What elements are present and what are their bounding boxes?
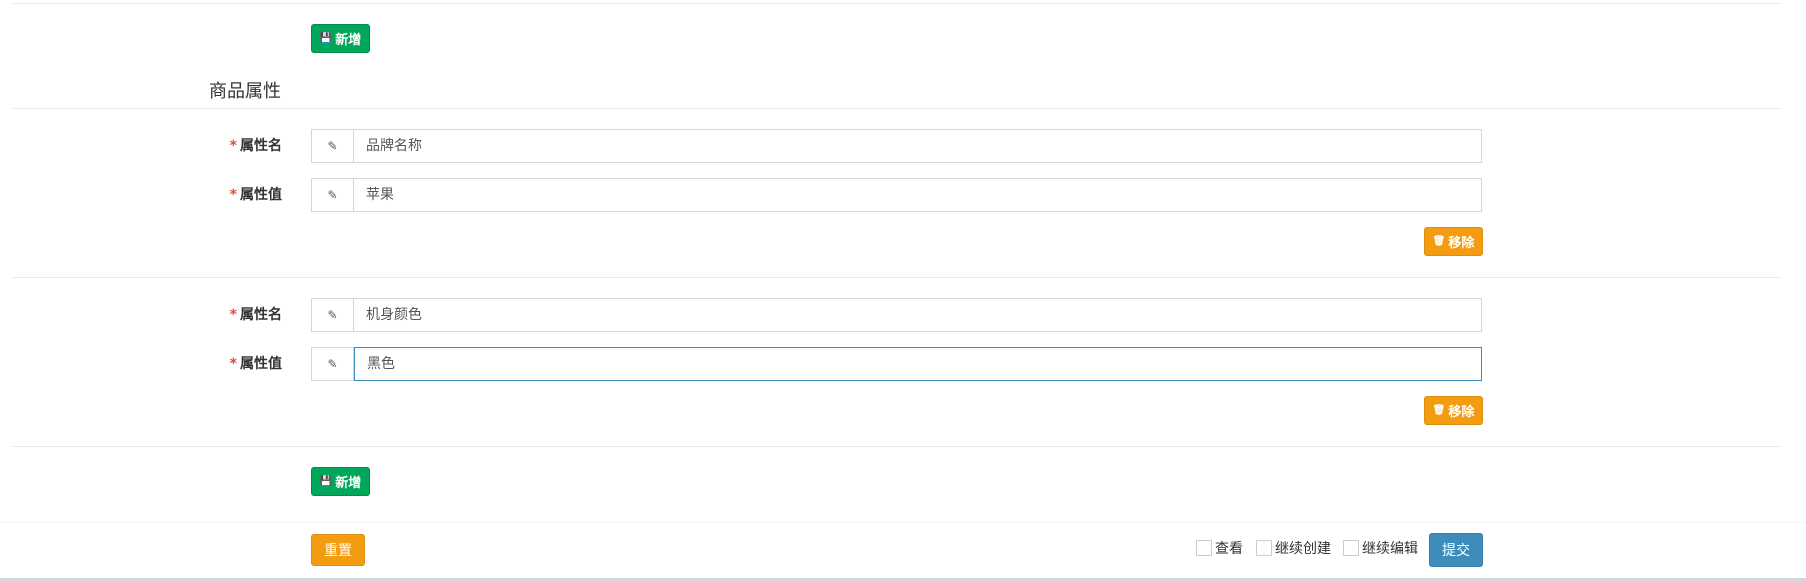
continue-edit-checkbox[interactable]: [1343, 540, 1359, 556]
required-mark: *: [229, 187, 237, 203]
attribute-value-label: * 属性值: [230, 178, 282, 212]
trash-icon: 🗑: [1432, 404, 1446, 416]
divider: [12, 277, 1782, 278]
continue-create-checkbox[interactable]: [1256, 540, 1272, 556]
attribute-name-label: * 属性名: [230, 129, 282, 163]
attribute-value-input[interactable]: 苹果: [354, 178, 1482, 212]
divider: [12, 3, 1782, 4]
pencil-icon: ✎: [311, 347, 354, 381]
attribute-name-field: ✎ 机身颜色: [311, 298, 1482, 332]
divider: [12, 108, 1782, 109]
attribute-value-field: ✎ 苹果: [311, 178, 1482, 212]
attribute-name-label: * 属性名: [230, 298, 282, 332]
view-checkbox-group[interactable]: 查看: [1196, 538, 1243, 558]
divider: [12, 446, 1782, 447]
pencil-icon: ✎: [311, 298, 354, 332]
add-button-label: 新增: [335, 476, 362, 491]
remove-button[interactable]: 🗑 移除: [1424, 396, 1483, 425]
label-text: 属性值: [240, 187, 282, 203]
submit-button[interactable]: 提交: [1429, 533, 1483, 567]
attribute-name-input[interactable]: 品牌名称: [354, 129, 1482, 163]
add-button[interactable]: 💾 新增: [311, 467, 370, 496]
add-button-label: 新增: [335, 33, 362, 48]
trash-icon: 🗑: [1432, 235, 1446, 247]
reset-button-label: 重置: [324, 543, 352, 559]
view-checkbox-label: 查看: [1215, 541, 1243, 557]
view-checkbox[interactable]: [1196, 540, 1212, 556]
label-text: 属性名: [240, 307, 282, 323]
label-text: 属性值: [240, 356, 282, 372]
add-button[interactable]: 💾 新增: [311, 24, 370, 53]
required-mark: *: [229, 138, 237, 154]
attribute-value-field: ✎ 黑色: [311, 347, 1482, 381]
continue-edit-checkbox-label: 继续编辑: [1362, 541, 1418, 557]
section-title: 商品属性: [209, 81, 281, 102]
required-mark: *: [229, 356, 237, 372]
save-icon: 💾: [319, 475, 333, 487]
attribute-value-label: * 属性值: [230, 347, 282, 381]
continue-create-checkbox-group[interactable]: 继续创建: [1256, 538, 1331, 558]
remove-button-label: 移除: [1448, 236, 1475, 251]
reset-button[interactable]: 重置: [311, 534, 365, 566]
remove-button-label: 移除: [1448, 405, 1475, 420]
required-mark: *: [229, 307, 237, 323]
attribute-value-input[interactable]: 黑色: [354, 347, 1482, 381]
pencil-icon: ✎: [311, 178, 354, 212]
form-footer: [0, 522, 1806, 581]
continue-edit-checkbox-group[interactable]: 继续编辑: [1343, 538, 1418, 558]
save-icon: 💾: [319, 32, 333, 44]
attribute-name-input[interactable]: 机身颜色: [354, 298, 1482, 332]
label-text: 属性名: [240, 138, 282, 154]
submit-button-label: 提交: [1442, 543, 1470, 559]
pencil-icon: ✎: [311, 129, 354, 163]
continue-create-checkbox-label: 继续创建: [1275, 541, 1331, 557]
attribute-name-field: ✎ 品牌名称: [311, 129, 1482, 163]
remove-button[interactable]: 🗑 移除: [1424, 227, 1483, 256]
